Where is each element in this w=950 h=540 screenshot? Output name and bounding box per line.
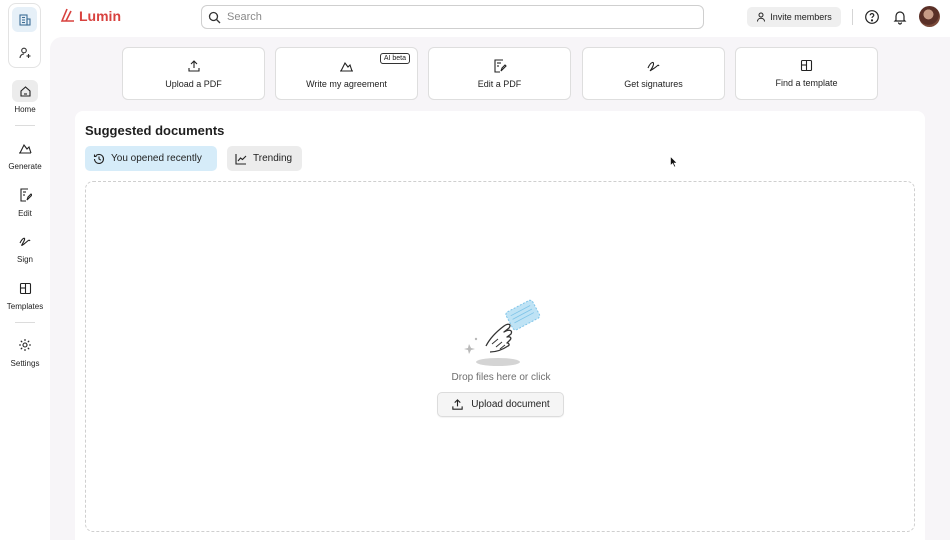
upload-document-button[interactable]: Upload document	[437, 392, 564, 417]
file-dropzone[interactable]: Drop files here or click Upload document	[85, 181, 915, 532]
left-rail: Home Generate Edit Sign Templates Settin…	[0, 0, 50, 540]
search-icon	[208, 11, 221, 23]
suggested-documents-panel: Suggested documents You opened recently …	[75, 111, 925, 540]
add-user-icon	[757, 12, 766, 22]
trending-icon	[235, 153, 247, 165]
history-icon	[93, 153, 105, 164]
invite-members-label: Invite members	[770, 12, 832, 22]
avatar[interactable]	[919, 6, 940, 27]
tab-label: Trending	[253, 153, 293, 164]
sidebar-item-label: Templates	[6, 302, 44, 311]
settings-icon	[19, 339, 31, 351]
sign-icon	[19, 237, 31, 246]
sidebar-item-home[interactable]: Home	[0, 80, 50, 114]
add-member-button[interactable]	[12, 40, 37, 65]
sidebar-item-settings[interactable]: Settings	[0, 334, 50, 368]
add-user-icon	[18, 47, 30, 58]
sidebar-item-label: Edit	[18, 209, 32, 218]
edit-pdf-card[interactable]: Edit a PDF	[428, 47, 571, 100]
sidebar-item-edit[interactable]: Edit	[0, 184, 50, 218]
sidebar-divider	[15, 322, 35, 323]
sidebar-divider	[15, 125, 35, 126]
mouse-cursor-icon	[670, 156, 678, 168]
hand-drop-illustration	[464, 299, 541, 366]
workspace-switcher	[8, 3, 41, 68]
card-label: Find a template	[775, 78, 838, 88]
logo-text: Lumin	[79, 8, 121, 24]
upload-icon	[452, 399, 463, 410]
tab-opened-recently[interactable]: You opened recently	[85, 146, 217, 171]
search-bar[interactable]: Search	[201, 5, 704, 29]
section-title: Suggested documents	[85, 123, 225, 138]
sidebar-item-templates[interactable]: Templates	[0, 277, 50, 311]
sidebar-item-label: Home	[14, 105, 36, 114]
ai-beta-badge: AI beta	[379, 53, 410, 64]
search-input[interactable]: Search	[227, 11, 262, 23]
templates-icon	[19, 282, 31, 294]
sidebar-item-label: Sign	[16, 255, 33, 264]
home-icon	[19, 85, 31, 97]
header-divider	[852, 9, 853, 25]
invite-members-button[interactable]: Invite members	[747, 7, 841, 27]
write-icon	[340, 61, 353, 72]
help-icon[interactable]	[864, 9, 880, 25]
sidebar-item-sign[interactable]: Sign	[0, 230, 50, 264]
tab-trending[interactable]: Trending	[227, 146, 302, 171]
upload-pdf-card[interactable]: Upload a PDF	[122, 47, 265, 100]
sidebar-item-generate[interactable]: Generate	[0, 137, 50, 171]
sidebar-item-label: Generate	[8, 162, 42, 171]
template-icon	[800, 59, 813, 72]
drop-files-text: Drop files here or click	[451, 372, 551, 383]
lumin-logo-icon	[60, 8, 74, 22]
lumin-logo[interactable]: Lumin	[60, 8, 121, 24]
tab-label: You opened recently	[111, 153, 202, 164]
edit-icon	[19, 188, 32, 202]
card-label: Edit a PDF	[477, 78, 522, 89]
card-label: Write my agreement	[306, 78, 387, 89]
find-template-card[interactable]: Find a template	[735, 47, 878, 100]
get-signatures-card[interactable]: Get signatures	[582, 47, 725, 100]
card-label: Get signatures	[624, 78, 683, 89]
workspace-button[interactable]	[12, 7, 37, 32]
signature-icon	[647, 61, 660, 71]
bell-icon[interactable]	[892, 9, 908, 25]
write-agreement-card[interactable]: AI beta Write my agreement	[275, 47, 418, 100]
building-icon	[18, 13, 31, 26]
upload-icon	[187, 59, 200, 72]
sidebar-item-label: Settings	[10, 359, 40, 368]
edit-pdf-icon	[493, 58, 507, 73]
generate-icon	[19, 143, 32, 154]
card-label: Upload a PDF	[165, 78, 222, 89]
upload-document-label: Upload document	[471, 399, 550, 410]
